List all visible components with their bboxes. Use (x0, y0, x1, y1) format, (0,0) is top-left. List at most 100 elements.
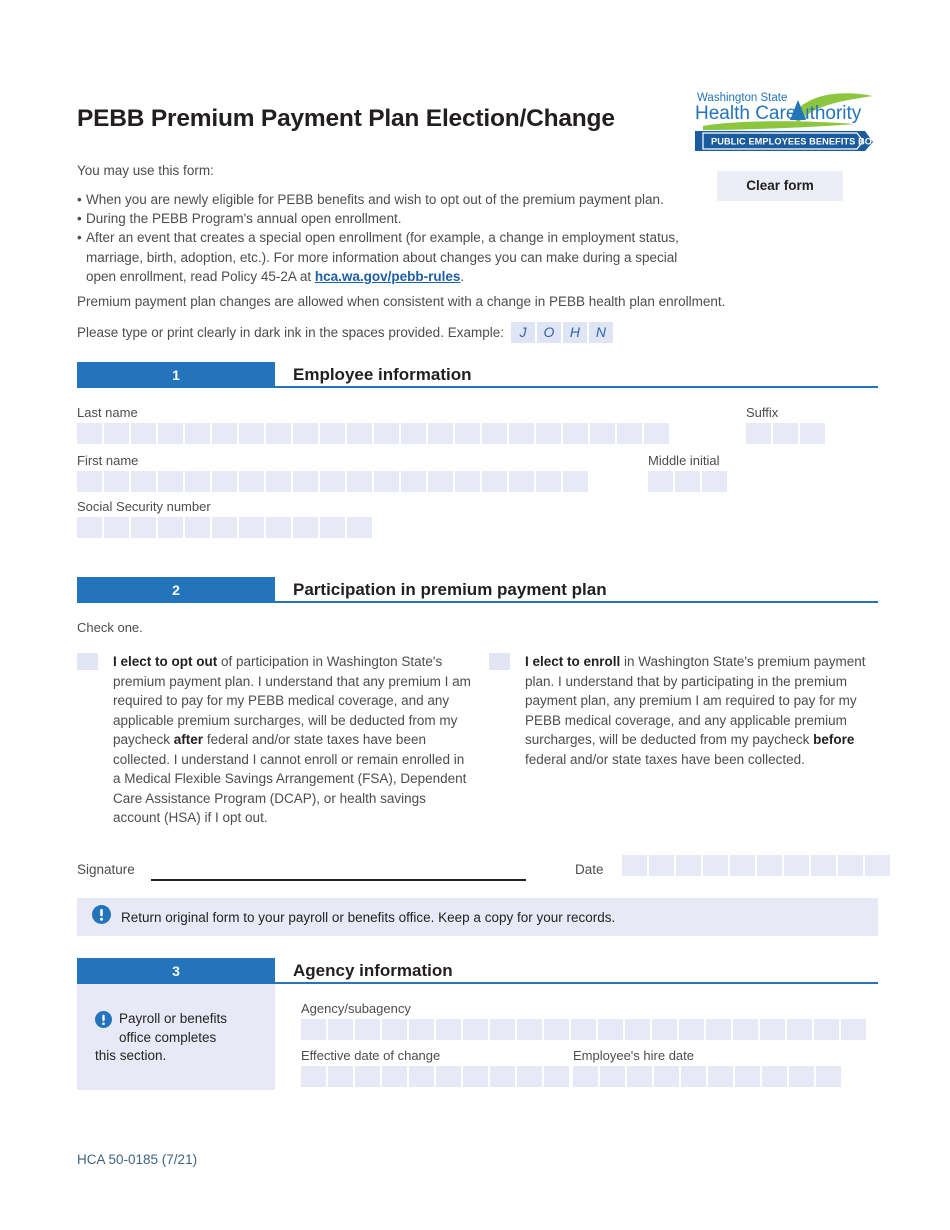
character-box[interactable] (490, 1019, 515, 1040)
character-box[interactable] (428, 471, 453, 492)
character-box[interactable] (841, 1019, 866, 1040)
character-box[interactable] (212, 517, 237, 538)
character-box[interactable] (746, 423, 771, 444)
character-box[interactable] (158, 423, 183, 444)
character-box[interactable] (185, 517, 210, 538)
character-box[interactable] (590, 423, 615, 444)
character-box[interactable] (77, 517, 102, 538)
character-box[interactable] (77, 471, 102, 492)
character-box[interactable] (573, 1066, 598, 1087)
character-box[interactable] (104, 517, 129, 538)
character-box[interactable] (773, 423, 798, 444)
character-box[interactable] (703, 855, 728, 876)
character-box[interactable] (563, 423, 588, 444)
character-box[interactable] (816, 1066, 841, 1087)
character-box[interactable] (293, 517, 318, 538)
character-box[interactable] (239, 471, 264, 492)
first-name-input[interactable] (77, 471, 588, 492)
character-box[interactable] (293, 471, 318, 492)
character-box[interactable] (239, 517, 264, 538)
ssn-input[interactable] (77, 517, 372, 538)
character-box[interactable] (544, 1019, 569, 1040)
character-box[interactable] (536, 471, 561, 492)
character-box[interactable] (455, 423, 480, 444)
character-box[interactable] (838, 855, 863, 876)
character-box[interactable] (301, 1066, 326, 1087)
character-box[interactable] (652, 1019, 677, 1040)
character-box[interactable] (355, 1066, 380, 1087)
character-box[interactable] (266, 471, 291, 492)
character-box[interactable] (320, 471, 345, 492)
character-box[interactable] (301, 1019, 326, 1040)
middle-initial-input[interactable] (648, 471, 727, 492)
suffix-input[interactable] (746, 423, 825, 444)
character-box[interactable] (490, 1066, 515, 1087)
character-box[interactable] (517, 1019, 542, 1040)
character-box[interactable] (158, 471, 183, 492)
character-box[interactable] (131, 423, 156, 444)
character-box[interactable] (814, 1019, 839, 1040)
character-box[interactable] (625, 1019, 650, 1040)
character-box[interactable] (355, 1019, 380, 1040)
character-box[interactable] (482, 423, 507, 444)
character-box[interactable] (733, 1019, 758, 1040)
character-box[interactable] (676, 855, 701, 876)
character-box[interactable] (455, 471, 480, 492)
character-box[interactable] (811, 855, 836, 876)
character-box[interactable] (409, 1019, 434, 1040)
character-box[interactable] (760, 1019, 785, 1040)
character-box[interactable] (762, 1066, 787, 1087)
character-box[interactable] (374, 423, 399, 444)
character-box[interactable] (266, 517, 291, 538)
character-box[interactable] (401, 423, 426, 444)
character-box[interactable] (627, 1066, 652, 1087)
character-box[interactable] (571, 1019, 596, 1040)
character-box[interactable] (649, 855, 674, 876)
character-box[interactable] (436, 1066, 461, 1087)
character-box[interactable] (347, 423, 372, 444)
character-box[interactable] (158, 517, 183, 538)
character-box[interactable] (104, 423, 129, 444)
character-box[interactable] (544, 1066, 569, 1087)
date-input[interactable] (622, 855, 890, 876)
enroll-checkbox[interactable] (489, 653, 510, 670)
pebb-rules-link[interactable]: hca.wa.gov/pebb-rules (315, 269, 461, 284)
character-box[interactable] (509, 471, 534, 492)
character-box[interactable] (730, 855, 755, 876)
character-box[interactable] (789, 1066, 814, 1087)
character-box[interactable] (374, 471, 399, 492)
character-box[interactable] (463, 1066, 488, 1087)
character-box[interactable] (482, 471, 507, 492)
character-box[interactable] (382, 1019, 407, 1040)
character-box[interactable] (409, 1066, 434, 1087)
opt-out-checkbox[interactable] (77, 653, 98, 670)
character-box[interactable] (212, 423, 237, 444)
character-box[interactable] (865, 855, 890, 876)
character-box[interactable] (212, 471, 237, 492)
character-box[interactable] (598, 1019, 623, 1040)
character-box[interactable] (784, 855, 809, 876)
character-box[interactable] (517, 1066, 542, 1087)
character-box[interactable] (77, 423, 102, 444)
character-box[interactable] (185, 471, 210, 492)
character-box[interactable] (328, 1066, 353, 1087)
character-box[interactable] (708, 1066, 733, 1087)
character-box[interactable] (617, 423, 642, 444)
last-name-input[interactable] (77, 423, 669, 444)
character-box[interactable] (436, 1019, 461, 1040)
character-box[interactable] (347, 471, 372, 492)
character-box[interactable] (320, 423, 345, 444)
character-box[interactable] (681, 1066, 706, 1087)
character-box[interactable] (757, 855, 782, 876)
character-box[interactable] (706, 1019, 731, 1040)
character-box[interactable] (463, 1019, 488, 1040)
character-box[interactable] (320, 517, 345, 538)
character-box[interactable] (131, 471, 156, 492)
character-box[interactable] (600, 1066, 625, 1087)
effective-date-input[interactable] (301, 1066, 569, 1087)
character-box[interactable] (702, 471, 727, 492)
character-box[interactable] (104, 471, 129, 492)
hire-date-input[interactable] (573, 1066, 841, 1087)
character-box[interactable] (293, 423, 318, 444)
character-box[interactable] (648, 471, 673, 492)
